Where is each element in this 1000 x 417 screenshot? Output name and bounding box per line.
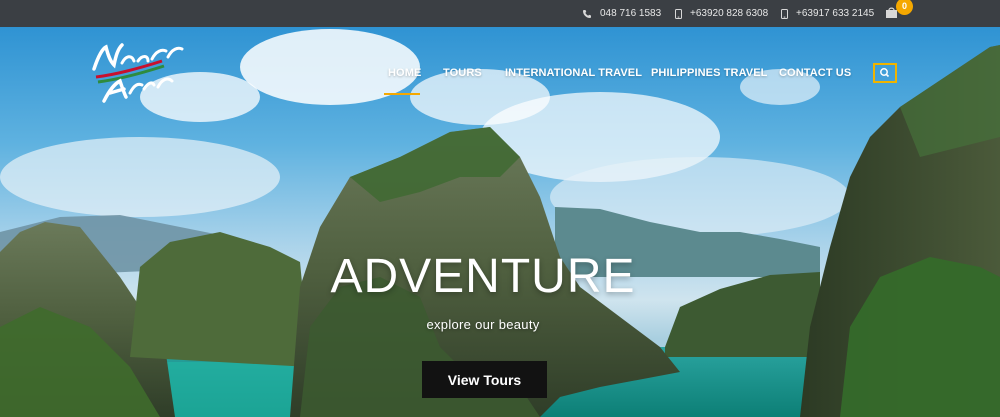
nav-item-tours[interactable]: TOURS	[443, 67, 482, 79]
contact-phone-mobile-1[interactable]: +63920 828 6308	[675, 0, 768, 27]
mobile-phone-icon	[781, 8, 788, 19]
mobile-phone-icon	[675, 8, 682, 19]
top-contact-bar: 048 716 1583 +63920 828 6308 +63917 633 …	[0, 0, 1000, 27]
nav-item-philippines-travel[interactable]: PHILIPPINES TRAVEL	[651, 67, 768, 79]
active-nav-indicator	[384, 93, 420, 95]
nav-item-home[interactable]: HOME	[388, 67, 421, 79]
hero-headline: ADVENTURE	[330, 250, 636, 303]
natural-arts-logo[interactable]	[92, 39, 187, 109]
contact-phone-mobile-2[interactable]: +63917 633 2145	[781, 0, 874, 27]
phone-icon	[583, 9, 591, 18]
phone-number: +63917 633 2145	[796, 8, 875, 19]
nav-item-international-travel[interactable]: INTERNATIONAL TRAVEL	[505, 67, 642, 79]
search-icon	[880, 68, 890, 78]
phone-number: 048 716 1583	[600, 8, 662, 19]
view-tours-button[interactable]: View Tours	[422, 361, 547, 398]
hero-banner: HOME TOURS INTERNATIONAL TRAVEL PHILIPPI…	[0, 27, 1000, 417]
cart-count-badge[interactable]: 0	[896, 0, 913, 15]
nav-item-contact-us[interactable]: CONTACT US	[779, 67, 851, 79]
search-button[interactable]	[873, 63, 897, 83]
phone-number: +63920 828 6308	[690, 8, 769, 19]
contact-phone-landline[interactable]: 048 716 1583	[582, 0, 661, 27]
hero-tagline: explore our beauty	[426, 317, 540, 332]
